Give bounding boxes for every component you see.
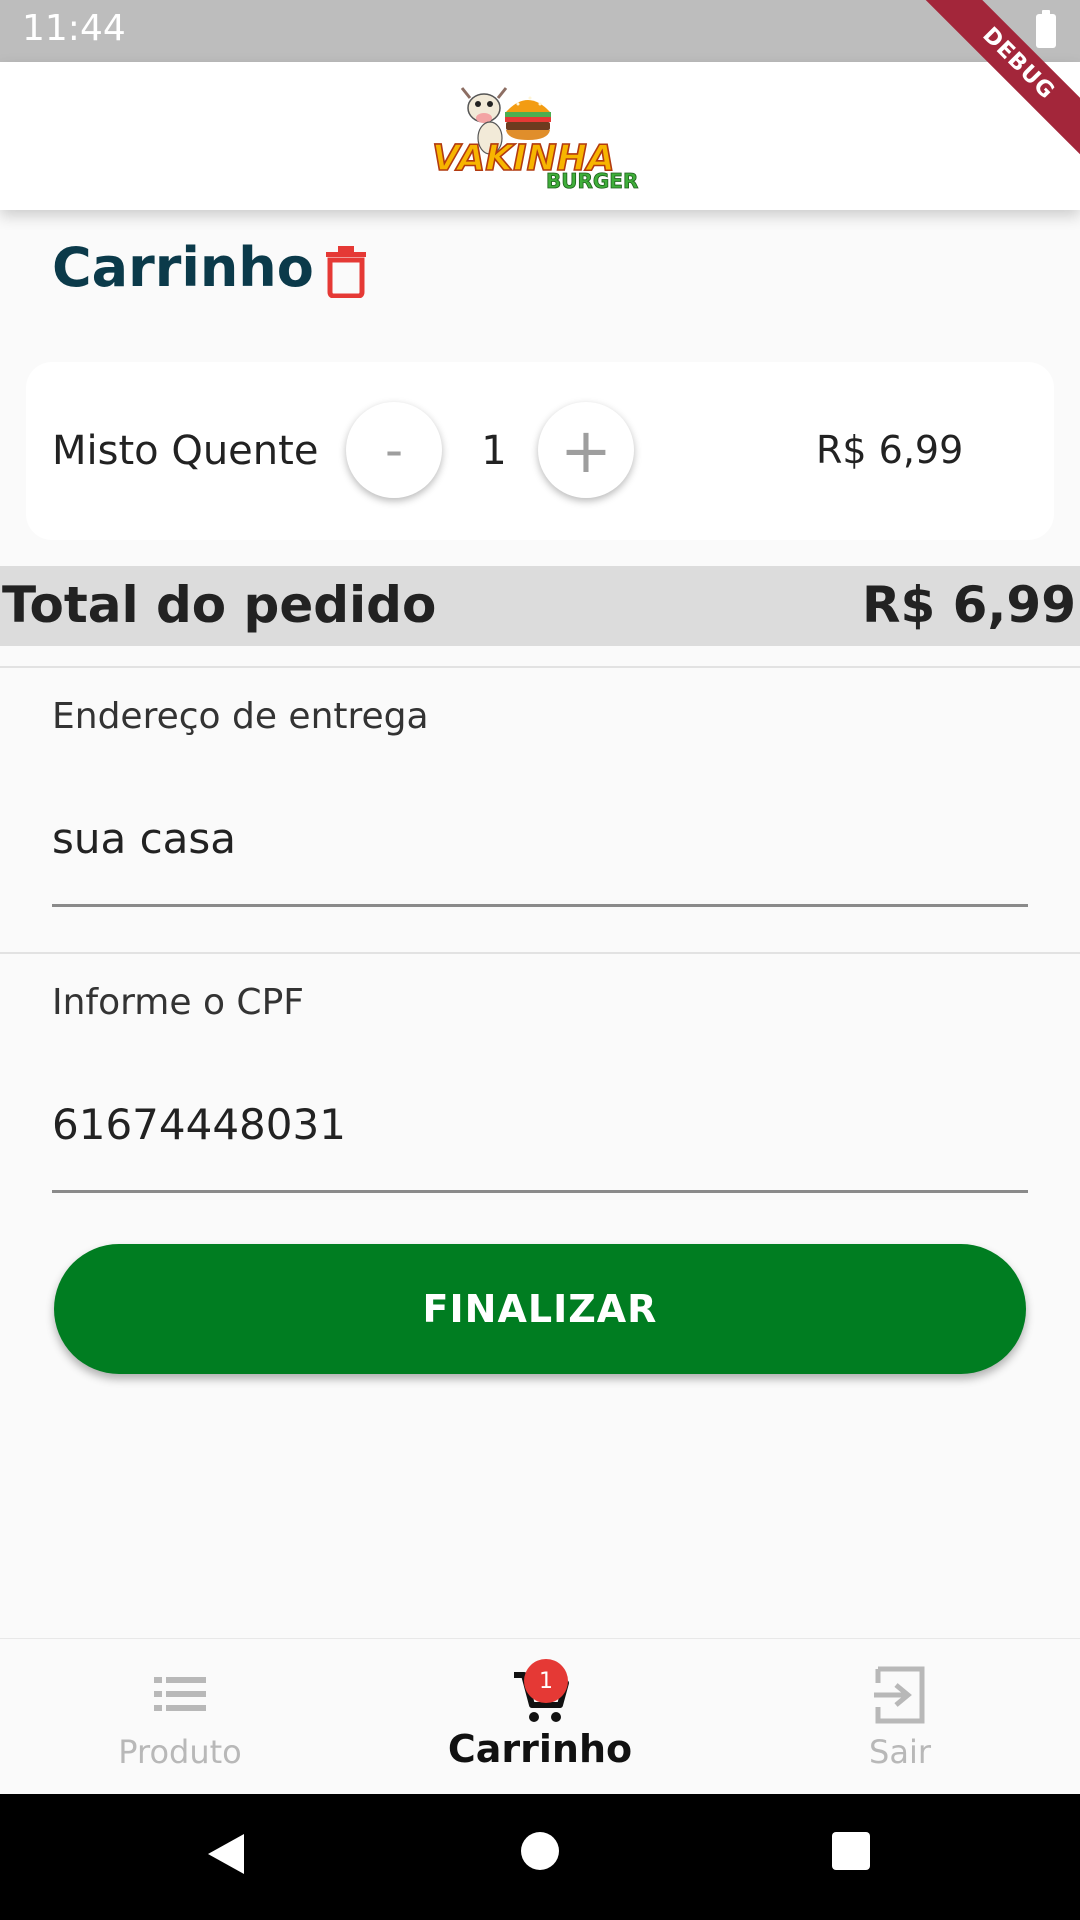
plus-label: + (560, 413, 612, 487)
logo-text-burger: BURGER (546, 169, 638, 193)
increase-quantity-button[interactable]: + (538, 402, 634, 498)
trash-icon[interactable] (322, 246, 370, 298)
back-icon[interactable] (206, 1832, 246, 1876)
address-underline (52, 904, 1028, 907)
decrease-quantity-button[interactable]: - (346, 402, 442, 498)
nav-label-sair: Sair (869, 1733, 931, 1771)
cpf-underline (52, 1190, 1028, 1193)
item-quantity: 1 (481, 428, 507, 474)
minus-label: - (384, 421, 404, 479)
finalize-button[interactable]: FINALIZAR (54, 1244, 1026, 1374)
nav-item-carrinho[interactable]: 1 Carrinho (360, 1639, 720, 1795)
nav-label-carrinho: Carrinho (447, 1727, 633, 1771)
vakinha-burger-logo: VAKINHA BURGER (432, 87, 639, 193)
nav-item-produto[interactable]: Produto (0, 1639, 360, 1795)
cart-item-card: Misto Quente - 1 + R$ 6,99 (26, 362, 1054, 540)
list-icon (154, 1677, 206, 1711)
exit-icon (874, 1666, 925, 1724)
app-bar: VAKINHA BURGER (0, 62, 1080, 210)
battery-icon (1036, 10, 1056, 48)
nav-item-sair[interactable]: Sair (720, 1639, 1080, 1795)
cart-badge: 1 (524, 1659, 568, 1703)
item-price: R$ 6,99 (816, 428, 964, 472)
address-label: Endereço de entrega (52, 696, 429, 737)
status-bar: 11:44 (0, 0, 1080, 62)
order-total-value: R$ 6,99 (861, 576, 1076, 634)
status-time: 11:44 (22, 8, 126, 49)
home-icon[interactable] (521, 1832, 559, 1870)
page-title: Carrinho (52, 236, 314, 299)
bottom-nav: Produto 1 Carrinho Sair (0, 1638, 1080, 1794)
order-total-label: Total do pedido (2, 576, 437, 634)
item-name: Misto Quente (52, 428, 319, 474)
divider (0, 666, 1080, 668)
cpf-field[interactable] (52, 1100, 1028, 1149)
order-total-bar: Total do pedido R$ 6,99 (0, 566, 1080, 646)
recent-apps-icon[interactable] (832, 1832, 870, 1870)
system-nav-bar (0, 1794, 1080, 1920)
address-field[interactable] (52, 814, 1028, 863)
divider (0, 952, 1080, 954)
cpf-label: Informe o CPF (52, 982, 304, 1023)
nav-label-produto: Produto (118, 1733, 242, 1771)
